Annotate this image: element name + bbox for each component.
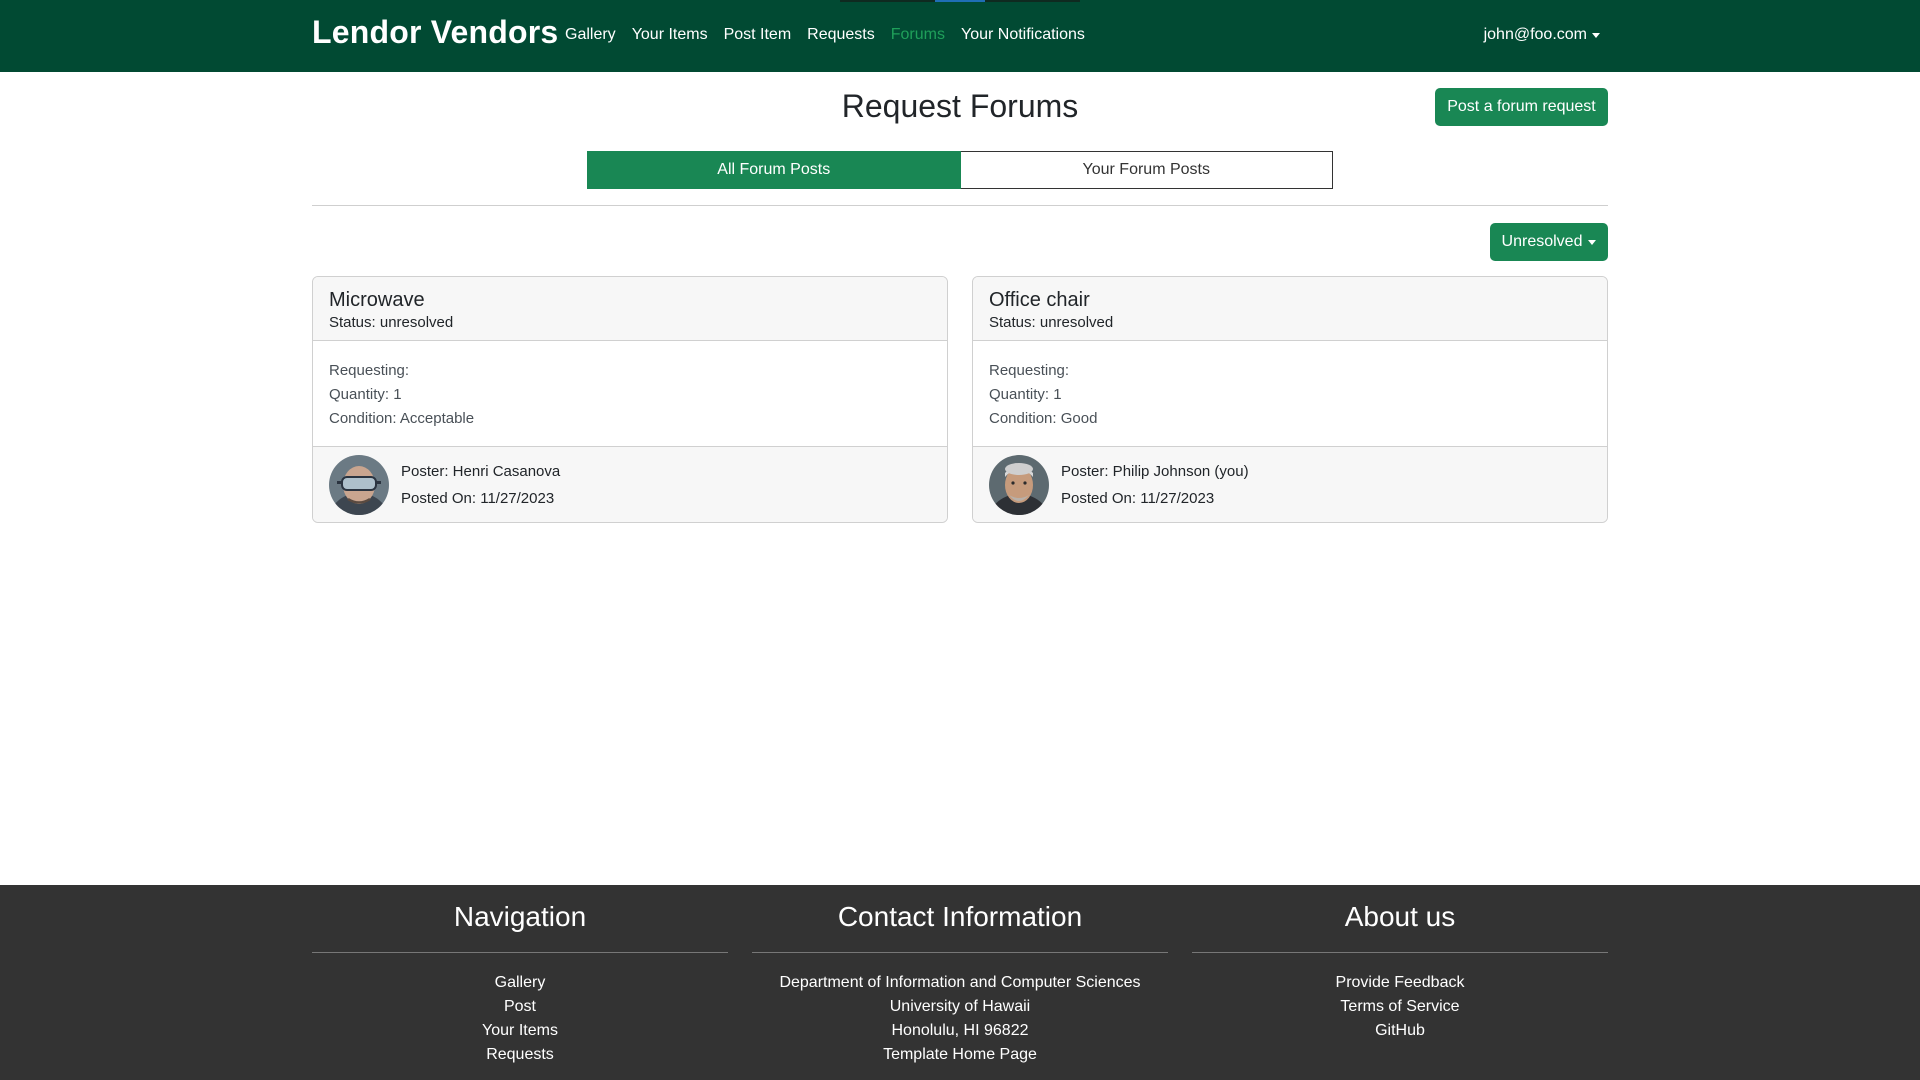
nav-link-requests[interactable]: Requests — [807, 26, 875, 44]
footer-link-gallery[interactable]: Gallery — [312, 971, 728, 995]
brand-logo[interactable]: Lendor Vendors — [312, 14, 558, 51]
card-title: Microwave — [329, 289, 425, 311]
card-body: Requesting: Quantity: 1 Condition: Good — [973, 341, 1607, 446]
forum-post-card: Office chair Status: unresolved Requesti… — [972, 276, 1608, 523]
card-footer: Poster: Philip Johnson (you) Posted On: … — [973, 446, 1607, 522]
nav-link-forums[interactable]: Forums — [891, 26, 945, 44]
section-divider — [312, 205, 1608, 206]
card-status: Status: unresolved — [329, 314, 454, 331]
filter-label: Unresolved — [1501, 233, 1583, 250]
tab-your-forum-posts[interactable]: Your Forum Posts — [960, 151, 1333, 189]
forum-tabs: All Forum Posts Your Forum Posts — [587, 151, 1333, 189]
card-header: Microwave Status: unresolved — [313, 277, 947, 341]
nav-link-post-item[interactable]: Post Item — [724, 26, 792, 44]
footer-link-github[interactable]: GitHub — [1192, 1019, 1608, 1043]
navbar-accent — [840, 0, 935, 2]
contact-university: University of Hawaii — [889, 998, 1031, 1015]
card-posted-on: Posted On: 11/27/2023 — [401, 490, 555, 507]
user-email: john@foo.com — [1483, 26, 1587, 43]
footer-link-requests[interactable]: Requests — [312, 1043, 728, 1067]
nav-link-notifications[interactable]: Your Notifications — [961, 26, 1085, 44]
card-status: Status: unresolved — [989, 314, 1114, 331]
footer-link-terms[interactable]: Terms of Service — [1192, 995, 1608, 1019]
footer-link-post[interactable]: Post — [312, 995, 728, 1019]
card-body: Requesting: Quantity: 1 Condition: Accep… — [313, 341, 947, 446]
footer-heading: Navigation — [453, 901, 587, 932]
card-condition: Condition: Good — [989, 410, 1098, 427]
card-quantity: Quantity: 1 — [329, 386, 402, 403]
card-title: Office chair — [989, 289, 1090, 311]
chevron-down-icon — [1588, 239, 1597, 245]
navbar-accent — [935, 0, 985, 2]
card-header: Office chair Status: unresolved — [973, 277, 1607, 341]
card-footer: Poster: Henri Casanova Posted On: 11/27/… — [313, 446, 947, 522]
chevron-down-icon — [1592, 32, 1600, 38]
footer-link-your-items[interactable]: Your Items — [312, 1019, 728, 1043]
nav-link-gallery[interactable]: Gallery — [565, 26, 616, 44]
navbar-accent — [985, 0, 1080, 2]
card-condition: Condition: Acceptable — [329, 410, 475, 427]
poster-avatar — [989, 455, 1049, 515]
footer-navigation: Navigation Gallery Post Your Items Reque… — [312, 885, 728, 1067]
footer-contact: Contact Information Department of Inform… — [752, 885, 1168, 1067]
nav-link-your-items[interactable]: Your Items — [632, 26, 708, 44]
footer-heading: About us — [1344, 901, 1456, 932]
status-filter-dropdown[interactable]: Unresolved — [1490, 223, 1608, 261]
footer-link-template-home[interactable]: Template Home Page — [752, 1043, 1168, 1067]
card-requesting: Requesting: — [989, 362, 1070, 379]
card-poster: Poster: Philip Johnson (you) — [1061, 463, 1249, 480]
user-menu-dropdown[interactable]: john@foo.com — [1484, 26, 1600, 44]
contact-department: Department of Information and Computer S… — [779, 974, 1141, 991]
footer-divider — [312, 952, 728, 953]
post-forum-request-button[interactable]: Post a forum request — [1435, 88, 1608, 126]
top-navbar: Lendor Vendors Gallery Your Items Post I… — [0, 0, 1920, 72]
page-footer: Navigation Gallery Post Your Items Reque… — [0, 885, 1920, 1080]
footer-about: About us Provide Feedback Terms of Servi… — [1192, 885, 1608, 1043]
contact-address: Honolulu, HI 96822 — [891, 1022, 1029, 1039]
card-posted-on: Posted On: 11/27/2023 — [1061, 490, 1215, 507]
footer-divider — [752, 952, 1168, 953]
card-quantity: Quantity: 1 — [989, 386, 1062, 403]
tab-all-forum-posts[interactable]: All Forum Posts — [587, 151, 961, 189]
card-requesting: Requesting: — [329, 362, 410, 379]
footer-link-feedback[interactable]: Provide Feedback — [1192, 971, 1608, 995]
forum-post-card: Microwave Status: unresolved Requesting:… — [312, 276, 948, 523]
footer-heading: Contact Information — [837, 901, 1083, 932]
nav-links: Gallery Your Items Post Item Requests Fo… — [565, 26, 1101, 44]
footer-divider — [1192, 952, 1608, 953]
card-poster: Poster: Henri Casanova — [401, 463, 561, 480]
page-title: Request Forums — [841, 88, 1079, 124]
poster-avatar — [329, 455, 389, 515]
